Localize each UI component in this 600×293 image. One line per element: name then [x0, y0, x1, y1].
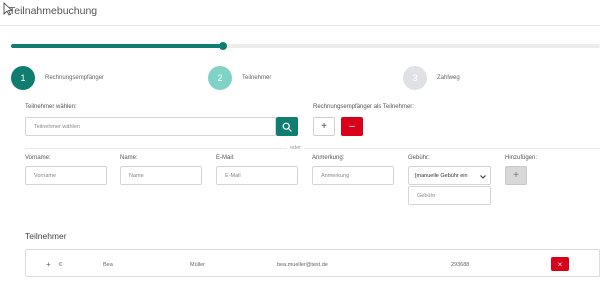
separator-line	[25, 148, 600, 149]
separator-text: oder	[287, 145, 305, 151]
add-recipient-button[interactable]: +	[313, 117, 335, 136]
add-label: Hinzufügen:	[505, 155, 538, 161]
row-number: 293688	[451, 262, 470, 268]
participants-section-title: Teilnehmer	[25, 231, 67, 241]
progress-fill	[11, 44, 224, 48]
note-label: Anmerkung:	[312, 155, 345, 161]
title-divider	[0, 25, 600, 26]
invoice-recipient-label: Rechnungsempfänger als Teilnehmer:	[313, 104, 414, 110]
email-label: E-Mail:	[216, 155, 235, 161]
step-recipient[interactable]: 1 Rechnungsempfänger	[11, 66, 104, 90]
email-input[interactable]: E-Mail	[216, 166, 298, 185]
step-number-circle: 2	[208, 66, 232, 90]
note-input[interactable]: Anmerkung	[312, 166, 394, 185]
row-email: bea.mueller@test.de	[277, 262, 328, 268]
participant-search-input[interactable]: Teilnehmer wählen	[25, 117, 276, 136]
currency-icon: €	[59, 262, 63, 268]
participant-search-button[interactable]	[276, 117, 298, 136]
remove-recipient-button[interactable]: –	[341, 117, 363, 136]
remove-participant-button[interactable]: ×	[551, 257, 569, 271]
step-number-circle: 1	[11, 66, 35, 90]
fee-select[interactable]: [manuelle Gebühr ein	[408, 166, 491, 185]
step-label: Rechnungsempfänger	[45, 75, 105, 81]
chevron-down-icon	[480, 175, 486, 179]
fee-input[interactable]: Gebühr	[408, 186, 491, 205]
row-last-name: Müller	[190, 262, 205, 268]
row-first-name: Bea	[103, 262, 113, 268]
last-name-label: Name:	[120, 155, 138, 161]
add-participant-button[interactable]: +	[505, 166, 527, 185]
last-name-input[interactable]: Name	[120, 166, 202, 185]
search-icon	[282, 122, 292, 132]
step-payment[interactable]: 3 Zahlweg	[403, 66, 460, 90]
participant-select-label: Teilnehmer wählen:	[25, 104, 77, 110]
progress-bar	[11, 42, 600, 50]
expand-row-button[interactable]: +	[46, 260, 51, 269]
first-name-label: Vorname:	[25, 155, 51, 161]
first-name-input[interactable]: Vorname	[25, 166, 107, 185]
table-row: + € Bea Müller bea.mueller@test.de 29368…	[25, 249, 600, 277]
step-participants[interactable]: 2 Teilnehmer	[208, 66, 271, 90]
step-label: Zahlweg	[437, 75, 460, 81]
fee-select-value: [manuelle Gebühr ein	[415, 172, 468, 179]
progress-knob	[219, 42, 228, 50]
page-title: Teilnahmebuchung	[9, 5, 98, 17]
fee-label: Gebühr:	[408, 155, 430, 161]
step-number-circle: 3	[403, 66, 427, 90]
step-label: Teilnehmer	[242, 75, 272, 81]
